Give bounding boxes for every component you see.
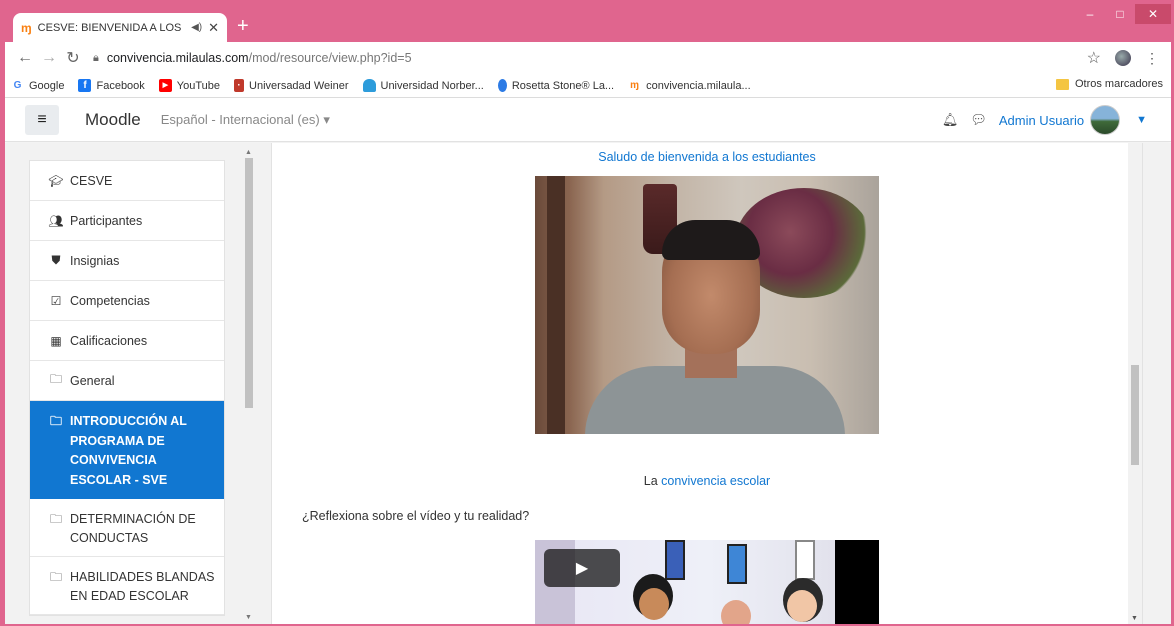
norbert-icon xyxy=(362,79,376,92)
url-path: /mod/resource/view.php?id=5 xyxy=(248,51,412,65)
user-name[interactable]: Admin Usuario xyxy=(999,113,1084,128)
site-brand[interactable]: Moodle xyxy=(85,110,141,130)
address-bar[interactable]: 🔒︎ convivencia.milaulas.com/mod/resource… xyxy=(93,45,1087,71)
tab-title: CESVE: BIENVENIDA A LOS E xyxy=(37,21,186,34)
speaker-icon[interactable]: ◀) xyxy=(191,22,202,33)
sidebar-item-introduccion[interactable]: 🗀 INTRODUCCIÓN AL PROGRAMA DE CONVIVENCI… xyxy=(30,401,224,499)
close-icon[interactable]: ✕ xyxy=(208,20,219,36)
bookmark-star-icon[interactable]: ☆ xyxy=(1087,48,1101,68)
window-controls: – □ ✕ xyxy=(1075,4,1171,24)
scrollbar-thumb[interactable] xyxy=(1131,365,1139,465)
bookmark-weiner[interactable]: · Universadad Weiner xyxy=(234,79,349,92)
welcome-link[interactable]: Saludo de bienvenida a los estudiantes xyxy=(272,150,1142,164)
bookmark-norbert[interactable]: Universidad Norber... xyxy=(362,79,484,92)
browser-toolbar: ← → ↻ 🔒︎ convivencia.milaulas.com/mod/re… xyxy=(5,42,1171,74)
browser-window: ɱ CESVE: BIENVENIDA A LOS E ◀) ✕ + – □ ✕… xyxy=(5,4,1171,624)
profile-avatar[interactable] xyxy=(1115,50,1131,66)
moodle-navbar: ≡ Moodle Español - Internacional (es) ▾ … xyxy=(5,98,1171,142)
folder-icon: 🗀 xyxy=(49,570,62,584)
folder-icon: 🗀 xyxy=(49,414,62,428)
moodle-icon: ɱ xyxy=(21,20,32,35)
sidebar-item-determinacion[interactable]: 🗀 DETERMINACIÓN DE CONDUCTAS xyxy=(30,499,224,557)
table-icon: ▦ xyxy=(50,333,62,348)
other-bookmarks[interactable]: Otros marcadores xyxy=(1055,78,1163,90)
graduation-cap-icon: 🎓︎ xyxy=(48,173,64,188)
drawer-scrollbar[interactable]: ▲ ▼ xyxy=(243,147,255,623)
sidebar-item-general[interactable]: 🗀 General xyxy=(30,361,224,401)
language-menu[interactable]: Español - Internacional (es) ▾ xyxy=(161,112,330,128)
moodle-icon: ɱ xyxy=(628,79,642,92)
rosetta-icon xyxy=(497,79,507,92)
user-menu-chevron-icon[interactable]: ▼ xyxy=(1136,114,1147,126)
scroll-down-icon[interactable]: ▼ xyxy=(1131,615,1138,622)
play-button[interactable]: ▶ xyxy=(544,549,620,587)
sidebar-item-habilidades[interactable]: 🗀 HABILIDADES BLANDAS EN EDAD ESCOLAR xyxy=(30,557,224,615)
convivencia-link[interactable]: convivencia escolar xyxy=(661,474,770,488)
sidebar-item-insignias[interactable]: ⛊ Insignias xyxy=(30,241,224,281)
bell-icon[interactable]: 🔔︎ xyxy=(942,112,959,128)
sidebar-item-competencias[interactable]: ☑ Competencias xyxy=(30,281,224,321)
scroll-up-icon[interactable]: ▲ xyxy=(245,149,252,156)
new-tab-button[interactable]: + xyxy=(237,16,249,36)
checkbox-icon: ☑ xyxy=(50,293,62,308)
kebab-menu-icon[interactable]: ⋮ xyxy=(1145,50,1159,67)
play-icon: ▶ xyxy=(575,560,589,577)
youtube-icon: ▶ xyxy=(158,79,172,92)
facebook-icon: f xyxy=(78,79,92,92)
convivencia-line: La convivencia escolar xyxy=(643,474,771,488)
folder-icon: 🗀 xyxy=(49,512,62,526)
welcome-video[interactable] xyxy=(535,176,879,434)
avatar[interactable] xyxy=(1090,105,1121,135)
bookmark-convivencia[interactable]: ɱ convivencia.milaula... xyxy=(628,79,751,92)
folder-icon: 🗀 xyxy=(49,372,62,386)
window-close-button[interactable]: ✕ xyxy=(1135,4,1171,24)
sidebar-item-participantes[interactable]: 👥︎ Participantes xyxy=(30,201,224,241)
reload-icon[interactable]: ↻ xyxy=(61,48,85,68)
bookmark-youtube[interactable]: ▶ YouTube xyxy=(158,79,220,92)
hamburger-menu-button[interactable]: ≡ xyxy=(25,104,59,135)
embedded-video[interactable]: ▶ xyxy=(535,540,879,624)
nav-drawer: 🎓︎ CESVE 👥︎ Participantes ⛊ Insignias ☑ … xyxy=(29,160,225,616)
bookmark-google[interactable]: G Google xyxy=(11,79,64,92)
sidebar-item-calificaciones[interactable]: ▦ Calificaciones xyxy=(30,321,224,361)
back-arrow-icon[interactable]: ← xyxy=(13,49,37,67)
url-host: convivencia.milaulas.com xyxy=(106,51,249,65)
bookmarks-bar: G Google f Facebook ▶ YouTube · Universadad … xyxy=(5,74,1171,98)
maximize-button[interactable]: □ xyxy=(1105,4,1135,24)
folder-icon xyxy=(1055,78,1069,90)
shield-icon: ⛊ xyxy=(51,253,61,267)
scrollbar-thumb[interactable] xyxy=(245,158,253,408)
weiner-icon: · xyxy=(234,79,245,92)
chat-icon[interactable]: 💬︎ xyxy=(970,112,987,128)
chevron-down-icon: ▾ xyxy=(323,111,330,127)
page-content: 🎓︎ CESVE 👥︎ Participantes ⛊ Insignias ☑ … xyxy=(5,143,1171,624)
browser-tab[interactable]: ɱ CESVE: BIENVENIDA A LOS E ◀) ✕ xyxy=(13,13,227,42)
minimize-button[interactable]: – xyxy=(1075,4,1105,24)
lock-icon: 🔒︎ xyxy=(93,51,99,64)
sidebar-item-cesve[interactable]: 🎓︎ CESVE xyxy=(30,161,224,201)
google-icon: G xyxy=(11,79,24,92)
users-icon: 👥︎ xyxy=(48,213,64,228)
reflection-question: ¿Reflexiona sobre el vídeo y tu realidad… xyxy=(302,509,530,523)
forward-arrow-icon[interactable]: → xyxy=(37,49,61,67)
title-bar: ɱ CESVE: BIENVENIDA A LOS E ◀) ✕ + – □ ✕ xyxy=(5,4,1171,42)
page-scrollbar[interactable]: ▼ xyxy=(1128,143,1142,624)
bookmark-rosetta[interactable]: Rosetta Stone® La... xyxy=(497,79,614,92)
scroll-down-icon[interactable]: ▼ xyxy=(245,614,252,621)
main-region: Saludo de bienvenida a los estudiantes L… xyxy=(271,143,1143,624)
bookmark-facebook[interactable]: f Facebook xyxy=(78,79,145,92)
